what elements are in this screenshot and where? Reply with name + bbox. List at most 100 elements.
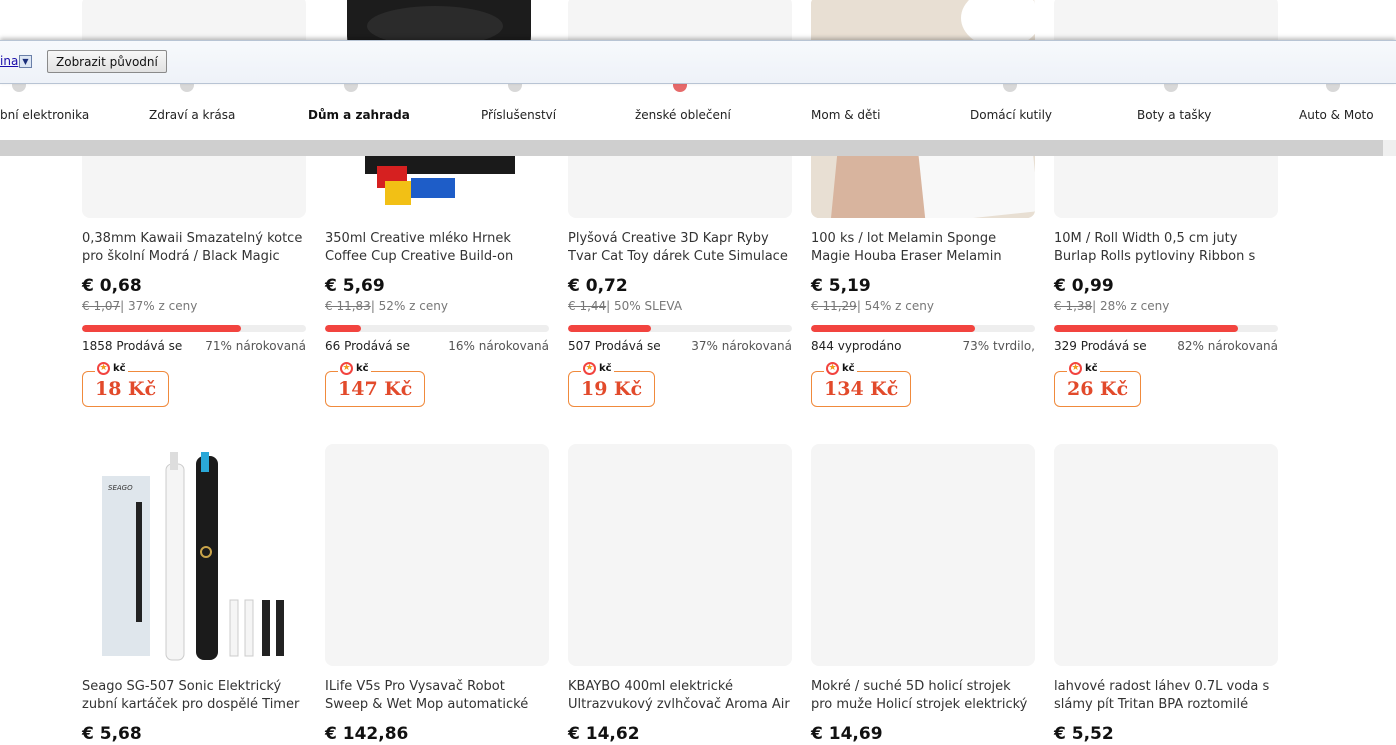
product-image[interactable] [568,444,792,666]
claimed-percent: 82% nárokovaná [1177,339,1278,353]
product-title[interactable]: KBAYBO 400ml elektrické Ultrazvukový zvl… [568,678,792,714]
original-price-value: € 11,83 [325,299,371,313]
coin-label: ★ kč [581,362,614,375]
coin-value: 134 Kč [824,378,899,400]
sold-progress-fill [82,325,242,332]
discount-text: | 54% z ceny [856,299,934,313]
original-price: € 11,83| 52% z ceny [325,299,448,313]
product-price: € 0,68 [82,276,142,296]
claimed-percent: 37% nárokovaná [691,339,792,353]
product-price: € 0,72 [568,276,628,296]
coin-unit: kč [356,363,369,374]
sold-progress-bar [1054,325,1278,332]
sold-count: 507 Prodává se [568,339,661,353]
product-title[interactable]: lahvové radost láhev 0.7L voda s slámy p… [1054,678,1278,714]
coin-price-badge[interactable]: ★ kč 26 Kč [1054,362,1142,407]
coin-icon: ★ [340,362,353,375]
sold-progress-fill [811,325,975,332]
category-item[interactable]: Příslušenství [481,108,556,122]
coin-label: ★ kč [338,362,371,375]
toothbrush-image: SEAGO [102,452,284,661]
sold-progress-bar [82,325,306,332]
sold-progress-bar [811,325,1035,332]
discount-text: | 28% z ceny [1092,299,1170,313]
coin-label: ★ kč [824,362,857,375]
sold-progress-bar [568,325,792,332]
coin-icon: ★ [1069,362,1082,375]
sold-count: 844 vyprodáno [811,339,902,353]
product-price: € 5,19 [811,276,871,296]
sold-count: 1858 Prodává se [82,339,183,353]
original-price: € 11,29| 54% z ceny [811,299,934,313]
translate-bar: ina ▼ Zobrazit původní [0,40,1396,84]
original-price: € 1,44| 50% SLEVA [568,299,682,313]
product-price: € 5,52 [1054,724,1114,744]
category-item[interactable]: ženské oblečení [635,108,731,122]
sold-count: 66 Prodává se [325,339,410,353]
original-price-value: € 1,44 [568,299,607,313]
product-title[interactable]: Plyšová Creative 3D Kapr Ryby Tvar Cat T… [568,230,792,266]
sold-progress-fill [1054,325,1238,332]
coin-unit: kč [842,363,855,374]
product-title[interactable]: 10M / Roll Width 0,5 cm juty Burlap Roll… [1054,230,1278,266]
original-price-value: € 1,38 [1054,299,1093,313]
coin-price-badge[interactable]: ★ kč 19 Kč [568,362,656,407]
dropdown-arrow-icon[interactable]: ▼ [19,55,32,68]
coin-value: 26 Kč [1067,378,1129,400]
product-price: € 0,99 [1054,276,1114,296]
discount-text: | 52% z ceny [370,299,448,313]
product-title[interactable]: Seago SG-507 Sonic Elektrický zubní kart… [82,678,306,714]
coin-unit: kč [1085,363,1098,374]
original-price-value: € 1,07 [82,299,121,313]
claimed-percent: 73% tvrdilo, [962,339,1035,353]
product-image[interactable] [811,444,1035,666]
coin-price-badge[interactable]: ★ kč 18 Kč [82,362,170,407]
claimed-percent: 16% nárokovaná [448,339,549,353]
product-price: € 14,62 [568,724,640,744]
category-nav: bní elektronika Zdraví a krása Dům a zah… [0,82,1396,140]
category-item[interactable]: Domácí kutily [970,108,1052,122]
coin-value: 19 Kč [581,378,643,400]
category-scrollbar-track-end [1383,140,1396,156]
product-title[interactable]: 350ml Creative mléko Hrnek Coffee Cup Cr… [325,230,549,266]
show-original-button[interactable]: Zobrazit původní [47,50,167,73]
category-item[interactable]: Zdraví a krása [149,108,235,122]
product-image[interactable] [325,444,549,666]
original-price: € 1,07| 37% z ceny [82,299,197,313]
product-title[interactable]: Mokré / suché 5D holicí strojek pro muže… [811,678,1035,714]
language-link[interactable]: ina [0,54,18,68]
category-item[interactable]: bní elektronika [0,108,89,122]
coin-icon: ★ [97,362,110,375]
coin-label: ★ kč [1067,362,1100,375]
coin-value: 147 Kč [338,378,413,400]
sold-count: 329 Prodává se [1054,339,1147,353]
original-price: € 1,38| 28% z ceny [1054,299,1169,313]
coin-price-badge[interactable]: ★ kč 147 Kč [325,362,426,407]
category-scrollbar[interactable] [0,140,1383,156]
product-title[interactable]: 100 ks / lot Melamin Sponge Magie Houba … [811,230,1035,266]
coin-icon: ★ [826,362,839,375]
sold-progress-fill [568,325,651,332]
original-price-value: € 11,29 [811,299,857,313]
category-item-active[interactable]: Dům a zahrada [308,108,410,122]
category-item[interactable]: Mom & děti [811,108,880,122]
claimed-percent: 71% nárokovaná [205,339,306,353]
product-title[interactable]: ILife V5s Pro Vysavač Robot Sweep & Wet … [325,678,549,714]
coin-unit: kč [599,363,612,374]
category-item[interactable]: Auto & Moto [1299,108,1374,122]
product-price: € 142,86 [325,724,409,744]
toothbrush-box-brand: SEAGO [108,484,133,492]
sold-progress-bar [325,325,549,332]
product-price: € 5,68 [82,724,142,744]
product-title[interactable]: 0,38mm Kawaii Smazatelný kotce pro školn… [82,230,306,266]
product-price: € 5,69 [325,276,385,296]
coin-price-badge[interactable]: ★ kč 134 Kč [811,362,912,407]
coin-icon: ★ [583,362,596,375]
product-image[interactable] [1054,444,1278,666]
product-price: € 14,69 [811,724,883,744]
coin-label: ★ kč [95,362,128,375]
product-image[interactable]: SEAGO [82,444,306,666]
category-item[interactable]: Boty a tašky [1137,108,1211,122]
coin-value: 18 Kč [95,378,157,400]
discount-text: | 50% SLEVA [606,299,683,313]
